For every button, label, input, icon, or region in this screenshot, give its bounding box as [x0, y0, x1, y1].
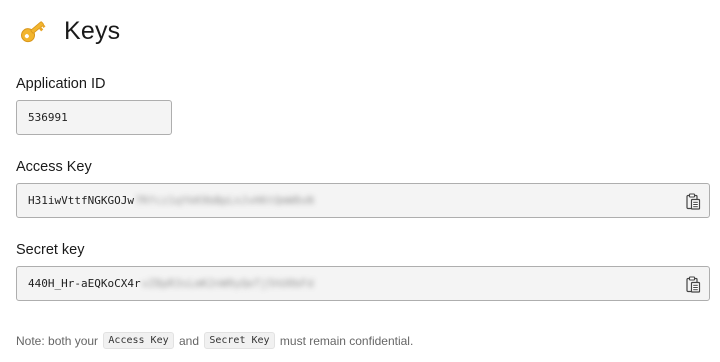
access-key-label: Access Key: [16, 159, 92, 175]
access-key-visible-value: H31iwVttfNGKGOJw: [28, 194, 134, 207]
application-id-value: 536991: [28, 111, 68, 124]
page-title: Keys: [64, 16, 121, 45]
secret-key-masked-value: vZ8pR3sLmK2nW9yQeTj5hU0bFd: [141, 277, 314, 290]
application-id-field[interactable]: 536991: [16, 100, 172, 135]
note-access-key-chip: Access Key: [103, 332, 174, 349]
clipboard-copy-icon: [685, 276, 700, 293]
confidentiality-note: Note: both your Access Key and Secret Ke…: [16, 332, 413, 349]
application-id-label: Application ID: [16, 76, 106, 92]
secret-key-copy-button[interactable]: [685, 276, 701, 293]
note-suffix: must remain confidential.: [279, 333, 414, 348]
access-key-masked-value: 7Rfcz1qYkK9bBpLnJvH6tQmW8xN: [134, 194, 314, 207]
secret-key-field[interactable]: 440H_Hr-aEQKoCX4r vZ8pR3sLmK2nW9yQeTj5hU…: [16, 266, 710, 301]
page-header: Keys: [18, 14, 120, 48]
note-prefix: Note: both your: [16, 333, 99, 348]
secret-key-label: Secret key: [16, 242, 85, 258]
clipboard-copy-icon: [685, 193, 700, 210]
key-icon: [18, 16, 48, 46]
access-key-field[interactable]: H31iwVttfNGKGOJw 7Rfcz1qYkK9bBpLnJvH6tQm…: [16, 183, 710, 218]
access-key-copy-button[interactable]: [685, 193, 701, 210]
secret-key-visible-value: 440H_Hr-aEQKoCX4r: [28, 277, 141, 290]
note-secret-key-chip: Secret Key: [204, 332, 275, 349]
note-conjunction: and: [178, 333, 199, 348]
